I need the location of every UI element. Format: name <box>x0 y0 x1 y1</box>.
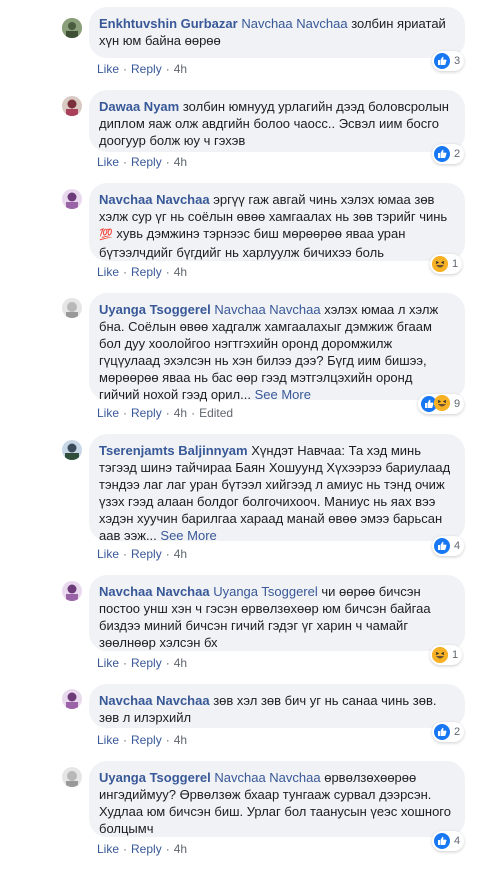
reaction-count[interactable]: 4 <box>432 831 465 851</box>
reaction-number: 1 <box>452 258 459 270</box>
reaction-number: 2 <box>454 148 461 160</box>
see-more-link[interactable]: See More <box>160 528 216 543</box>
comment-author[interactable]: Navchaa Navchaa <box>99 693 210 708</box>
reaction-count[interactable]: 2 <box>432 722 465 742</box>
comment-bubble: Navchaa Navchaa эргүү гаж авгай чинь хэл… <box>89 183 465 261</box>
comment-time[interactable]: 4h <box>174 842 187 856</box>
comment-actions: Like · Reply · 4h <box>97 62 188 76</box>
reaction-count[interactable]: 4 <box>432 536 465 556</box>
reply-link[interactable]: Reply <box>131 656 162 670</box>
comment-actions: Like · Reply · 4h <box>97 547 188 561</box>
like-icon <box>434 538 450 554</box>
comment-mention[interactable]: Navchaa Navchaa <box>241 16 347 31</box>
reaction-number: 2 <box>454 726 461 738</box>
reaction-count[interactable]: 1 <box>430 254 463 274</box>
avatar[interactable] <box>62 189 82 209</box>
comment-bubble: Uyanga Tsoggerel Navchaa Navchaa хэлэх ю… <box>89 293 465 402</box>
like-link[interactable]: Like <box>97 733 119 747</box>
comment-author[interactable]: Uyanga Tsoggerel <box>99 302 211 317</box>
avatar[interactable] <box>62 581 82 601</box>
haha-icon <box>432 647 448 663</box>
reply-link[interactable]: Reply <box>131 547 162 561</box>
reaction-number: 1 <box>452 649 459 661</box>
edited-label[interactable]: Edited <box>199 406 233 420</box>
comment-time[interactable]: 4h <box>174 733 187 747</box>
reaction-count[interactable]: 1 <box>430 645 463 665</box>
comment-author[interactable]: Navchaa Navchaa <box>99 192 210 207</box>
comment-time[interactable]: 4h <box>174 656 187 670</box>
haha-icon <box>432 256 448 272</box>
reply-link[interactable]: Reply <box>131 62 162 76</box>
reaction-count[interactable]: 2 <box>432 144 465 164</box>
see-more-link[interactable]: See More <box>255 387 311 402</box>
like-link[interactable]: Like <box>97 265 119 279</box>
comment-author[interactable]: Uyanga Tsoggerel <box>99 770 211 785</box>
haha-icon <box>434 395 450 411</box>
reply-link[interactable]: Reply <box>131 155 162 169</box>
comment-bubble: Dawaa Nyam золбин юмнууд урлагийн дээд б… <box>89 90 465 152</box>
hundred-emoji-icon: 💯 <box>99 229 113 241</box>
comment-bubble: Navchaa Navchaa Uyanga Tsoggerel чи өөрө… <box>89 575 465 651</box>
comment-time[interactable]: 4h <box>174 62 187 76</box>
comment-actions: Like · Reply · 4h <box>97 842 188 856</box>
reaction-count[interactable]: 3 <box>432 51 465 71</box>
like-icon <box>434 146 450 162</box>
avatar[interactable] <box>62 298 82 318</box>
like-link[interactable]: Like <box>97 406 119 420</box>
reply-link[interactable]: Reply <box>131 733 162 747</box>
comment-author[interactable]: Dawaa Nyam <box>99 99 179 114</box>
comment-mention[interactable]: Uyanga Tsoggerel <box>213 584 318 599</box>
reply-link[interactable]: Reply <box>131 265 162 279</box>
avatar[interactable] <box>62 18 82 38</box>
like-icon <box>434 833 450 849</box>
avatar[interactable] <box>62 96 82 116</box>
comment-time[interactable]: 4h <box>174 406 187 420</box>
comment-actions: Like · Reply · 4h <box>97 733 188 747</box>
like-icon <box>434 53 450 69</box>
reaction-number: 9 <box>454 398 461 410</box>
like-link[interactable]: Like <box>97 656 119 670</box>
comment-time[interactable]: 4h <box>174 265 187 279</box>
comment-text-continued: хувь дэмжинэ тэрнээс биш мөрөөрөө яваа у… <box>99 226 406 260</box>
reply-link[interactable]: Reply <box>131 406 162 420</box>
comment-time[interactable]: 4h <box>174 547 187 561</box>
avatar[interactable] <box>62 440 82 460</box>
reaction-count[interactable]: 9 <box>418 394 465 414</box>
avatar[interactable] <box>62 689 82 709</box>
comment-bubble: Uyanga Tsoggerel Navchaa Navchaa өрвөлзө… <box>89 761 465 837</box>
comment-mention[interactable]: Navchaa Navchaa <box>214 302 320 317</box>
comment-bubble: Navchaa Navchaa зөв хэл зөв бич уг нь са… <box>89 684 465 728</box>
like-link[interactable]: Like <box>97 842 119 856</box>
like-link[interactable]: Like <box>97 155 119 169</box>
comment-author[interactable]: Tserenjamts Baljinnyam <box>99 443 248 458</box>
reaction-number: 3 <box>454 55 461 67</box>
avatar[interactable] <box>62 767 82 787</box>
comment-actions: Like · Reply · 4h <box>97 155 188 169</box>
reply-link[interactable]: Reply <box>131 842 162 856</box>
comment-mention[interactable]: Navchaa Navchaa <box>214 770 320 785</box>
comment-actions: Like · Reply · 4h · Edited <box>97 406 234 420</box>
like-link[interactable]: Like <box>97 62 119 76</box>
comment-actions: Like · Reply · 4h <box>97 656 188 670</box>
reaction-number: 4 <box>454 540 461 552</box>
comment-actions: Like · Reply · 4h <box>97 265 188 279</box>
comment-time[interactable]: 4h <box>174 155 187 169</box>
comment-author[interactable]: Enkhtuvshin Gurbazar <box>99 16 238 31</box>
like-link[interactable]: Like <box>97 547 119 561</box>
comment-author[interactable]: Navchaa Navchaa <box>99 584 210 599</box>
like-icon <box>434 724 450 740</box>
comment-bubble: Enkhtuvshin Gurbazar Navchaa Navchaa зол… <box>89 7 465 58</box>
reaction-number: 4 <box>454 835 461 847</box>
comment-bubble: Tserenjamts Baljinnyam Хүндэт Навчаа: Та… <box>89 434 465 543</box>
comment-text: Хүндэт Навчаа: Та хэд минь тэгээд шинэ т… <box>99 443 451 543</box>
